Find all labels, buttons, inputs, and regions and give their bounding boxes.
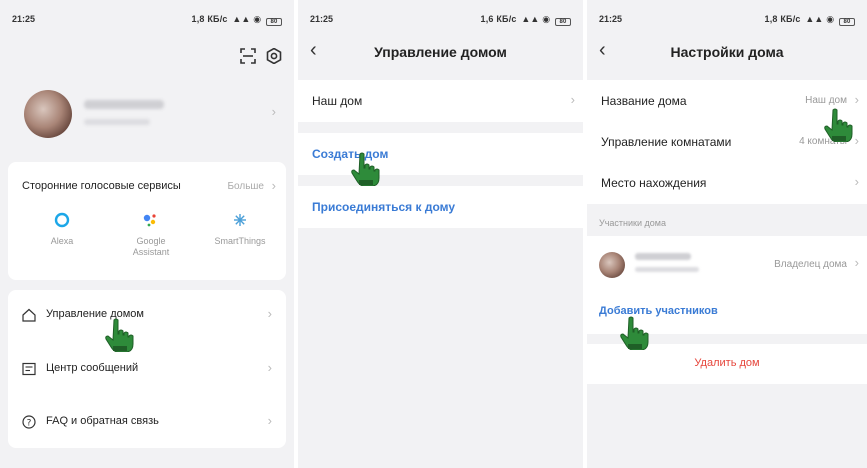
member-row[interactable]: Владелец дома ›: [587, 236, 867, 292]
status-indicators: 1,8 КБ/с ▲▲ ◉ 80: [190, 14, 282, 26]
network-speed: 1,6 КБ/с: [480, 14, 517, 24]
page-title: Настройки дома: [670, 44, 784, 60]
menu-item-home-management[interactable]: Управление домом ›: [8, 294, 286, 334]
add-members-label: Добавить участников: [599, 305, 718, 317]
join-home-card: Присоединяться к дому: [298, 186, 583, 228]
nav-bar: ‹ Настройки дома: [587, 38, 867, 68]
menu-item-label: Центр сообщений: [46, 362, 139, 374]
delete-home-label: Удалить дом: [694, 357, 760, 369]
status-time: 21:25: [310, 14, 334, 24]
battery-icon: 80: [266, 18, 282, 26]
row-value: Наш дом: [805, 95, 847, 106]
create-home-button[interactable]: Создать дом: [298, 134, 583, 174]
member-role: Владелец дома: [774, 259, 847, 270]
chevron-right-icon[interactable]: ›: [272, 104, 276, 119]
join-home-label: Присоединяться к дому: [312, 200, 456, 214]
svg-text:?: ?: [27, 418, 32, 428]
chevron-right-icon[interactable]: ›: [272, 178, 276, 193]
row-label: Название дома: [601, 94, 687, 108]
menu-card: Управление домом › Центр сообщений › ? F…: [8, 290, 286, 448]
signal-icon: ▲▲ ◉: [232, 14, 262, 24]
signal-icon: ▲▲ ◉: [805, 14, 835, 24]
create-home-card: Создать дом: [298, 133, 583, 175]
home-settings-screen: 21:25 1,8 КБ/с ▲▲ ◉ 80 ‹ Настройки дома …: [587, 0, 867, 468]
user-account-blurred: [84, 119, 150, 125]
row-label: Управление комнатами: [601, 135, 732, 149]
battery-icon: 80: [839, 18, 855, 26]
network-speed: 1,8 КБ/с: [764, 14, 801, 24]
settings-list: Название дома Наш дом › Управление комна…: [587, 80, 867, 204]
chevron-right-icon: ›: [854, 255, 859, 270]
menu-item-label: FAQ и обратная связь: [46, 415, 159, 427]
home-management-screen: 21:25 1,6 КБ/с ▲▲ ◉ 80 ‹ Управление домо…: [298, 0, 583, 468]
scan-icon[interactable]: [240, 48, 256, 64]
status-time: 21:25: [12, 14, 36, 24]
gear-icon[interactable]: [266, 48, 282, 64]
chevron-right-icon: ›: [267, 306, 272, 321]
page-title: Управление домом: [374, 44, 507, 60]
avatar[interactable]: [24, 90, 72, 138]
member-avatar: [599, 252, 625, 278]
pointer-hand-icon: [823, 108, 853, 142]
status-indicators: 1,8 КБ/с ▲▲ ◉ 80: [763, 14, 855, 26]
chevron-right-icon: ›: [854, 92, 859, 107]
profile-screen: 21:25 1,8 КБ/с ▲▲ ◉ 80 › Сторонние голос…: [0, 0, 294, 468]
chevron-right-icon: ›: [267, 413, 272, 428]
home-item[interactable]: Наш дом ›: [298, 81, 583, 121]
smartthings-item[interactable]: SmartThings: [200, 212, 280, 247]
battery-icon: 80: [555, 18, 571, 26]
nav-bar: ‹ Управление домом: [298, 38, 583, 68]
google-assistant-label: Google Assistant: [132, 236, 170, 257]
status-indicators: 1,6 КБ/с ▲▲ ◉ 80: [479, 14, 571, 26]
help-icon: ?: [22, 415, 36, 429]
home-name: Наш дом: [312, 94, 363, 108]
signal-icon: ▲▲ ◉: [521, 14, 551, 24]
member-account-blurred: [635, 267, 699, 272]
status-bar: 21:25 1,8 КБ/с ▲▲ ◉ 80: [587, 14, 867, 30]
home-list: Наш дом ›: [298, 80, 583, 122]
chevron-right-icon: ›: [854, 133, 859, 148]
voice-services-card: Сторонние голосовые сервисы Больше › Ale…: [8, 162, 286, 280]
member-name-blurred: [635, 253, 691, 260]
chevron-right-icon: ›: [854, 174, 859, 189]
voice-services-title: Сторонние голосовые сервисы: [22, 180, 181, 192]
chevron-right-icon: ›: [267, 360, 272, 375]
row-label: Место нахождения: [601, 176, 707, 190]
pointer-hand-icon: [619, 316, 649, 350]
status-bar: 21:25 1,8 КБ/с ▲▲ ◉ 80: [0, 14, 294, 30]
voice-services-more[interactable]: Больше: [227, 181, 264, 192]
pointer-hand-icon: [350, 152, 380, 186]
pointer-hand-icon: [104, 318, 134, 352]
message-icon: [22, 362, 36, 376]
members-section-label: Участники дома: [599, 218, 666, 228]
alexa-label: Alexa: [50, 236, 74, 246]
location-row[interactable]: Место нахождения ›: [587, 163, 867, 203]
status-time: 21:25: [599, 14, 623, 24]
status-bar: 21:25 1,6 КБ/с ▲▲ ◉ 80: [298, 14, 583, 30]
google-assistant-item[interactable]: Google Assistant: [111, 212, 191, 258]
menu-item-messages[interactable]: Центр сообщений ›: [8, 348, 286, 388]
smartthings-label: SmartThings: [214, 236, 266, 246]
chevron-right-icon: ›: [570, 92, 575, 107]
network-speed: 1,8 КБ/с: [191, 14, 228, 24]
menu-item-faq[interactable]: ? FAQ и обратная связь ›: [8, 401, 286, 441]
join-home-button[interactable]: Присоединяться к дому: [298, 187, 583, 227]
user-name-blurred: [84, 100, 164, 109]
home-icon: [22, 308, 36, 322]
google-assistant-icon: [143, 214, 156, 227]
delete-home-button[interactable]: Удалить дом: [587, 344, 867, 384]
smartthings-icon: [234, 214, 246, 226]
delete-home-card: Удалить дом: [587, 344, 867, 384]
alexa-icon: [54, 212, 70, 228]
alexa-item[interactable]: Alexa: [22, 212, 102, 247]
